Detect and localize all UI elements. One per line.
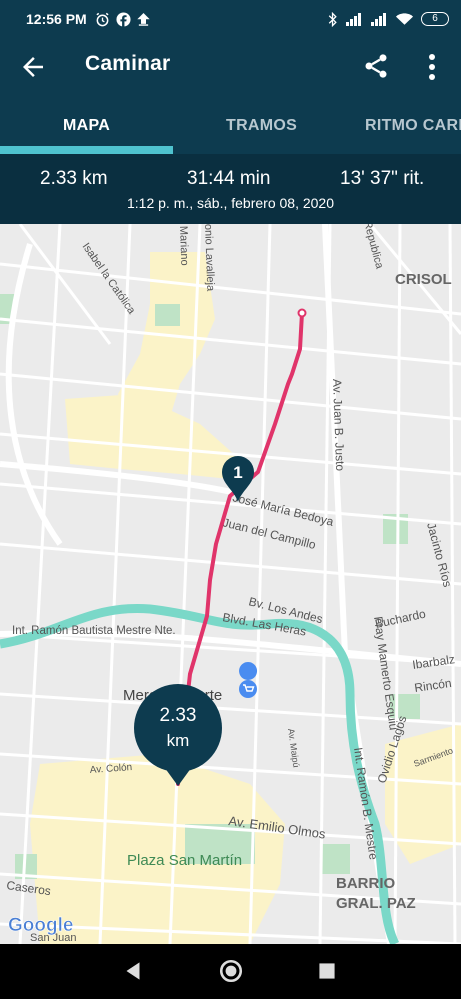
route-map[interactable]: Isabel la Católica Mariano onio Lavallej… [0,224,461,944]
home-nav-icon[interactable] [218,958,244,984]
street-label: onio Lavalleja [202,224,216,292]
distance-value: 2.33 km [40,168,108,189]
poi-label: Plaza San Martín [127,852,242,869]
end-marker-value: 2.33 [160,705,197,726]
more-vert-icon[interactable] [424,52,440,82]
wifi-icon [395,13,414,25]
street-label: Mariano [177,226,190,266]
km-marker-label: 1 [233,463,242,482]
facebook-icon [116,11,131,27]
street-label: Int. Ramón Bautista Mestre Nte. [12,625,176,637]
signal-icon [371,13,386,26]
activity-datetime: 1:12 p. m., sáb., febrero 08, 2020 [126,195,335,211]
street-label: Rincón [413,676,452,695]
district-label: GRAL. PAZ [336,895,416,912]
pace-value: 13' 37" rit. [340,168,425,189]
app-bar: Caminar [0,38,461,96]
recents-nav-icon[interactable] [314,958,340,984]
street-label: Jacinto Ríos [424,521,455,588]
duration-value: 31:44 min [187,168,271,189]
end-marker-unit: km [167,731,190,750]
street-label: Av. Juan B. Justo [330,379,347,472]
street-label: Ibarbalz [411,652,455,672]
status-bar: 12:56 PM 6 [0,0,461,38]
upload-icon [136,12,150,26]
status-time: 12:56 PM [26,11,87,27]
street-label: Int. Ramón B. Mestre [351,746,381,861]
street-label: Republica [361,224,385,271]
tab-ritmo-cardiaco[interactable]: RITMO CARD [365,96,461,154]
battery-icon: 6 [421,12,449,26]
route-start-marker [297,308,307,318]
alarm-icon [96,12,109,26]
tab-tramos[interactable]: TRAMOS [226,96,297,154]
tab-indicator [0,146,173,154]
page-title: Caminar [85,52,171,75]
share-icon[interactable] [362,52,390,80]
district-label: BARRIO [336,875,395,892]
back-arrow-icon[interactable] [18,52,48,82]
street-label: Av. Maipú [286,728,301,768]
district-label: CRISOL [395,271,452,288]
back-nav-icon[interactable] [120,958,146,984]
map-canvas[interactable]: Isabel la Católica Mariano onio Lavallej… [0,224,461,944]
google-logo: Google [8,915,73,936]
system-nav-bar [0,944,461,999]
activity-summary: 2.33 km 31:44 min 13' 37" rit. 1:12 p. m… [0,154,461,224]
signal-icon [346,13,361,26]
bluetooth-icon [328,11,337,27]
shopping-cart-icon [239,662,258,700]
